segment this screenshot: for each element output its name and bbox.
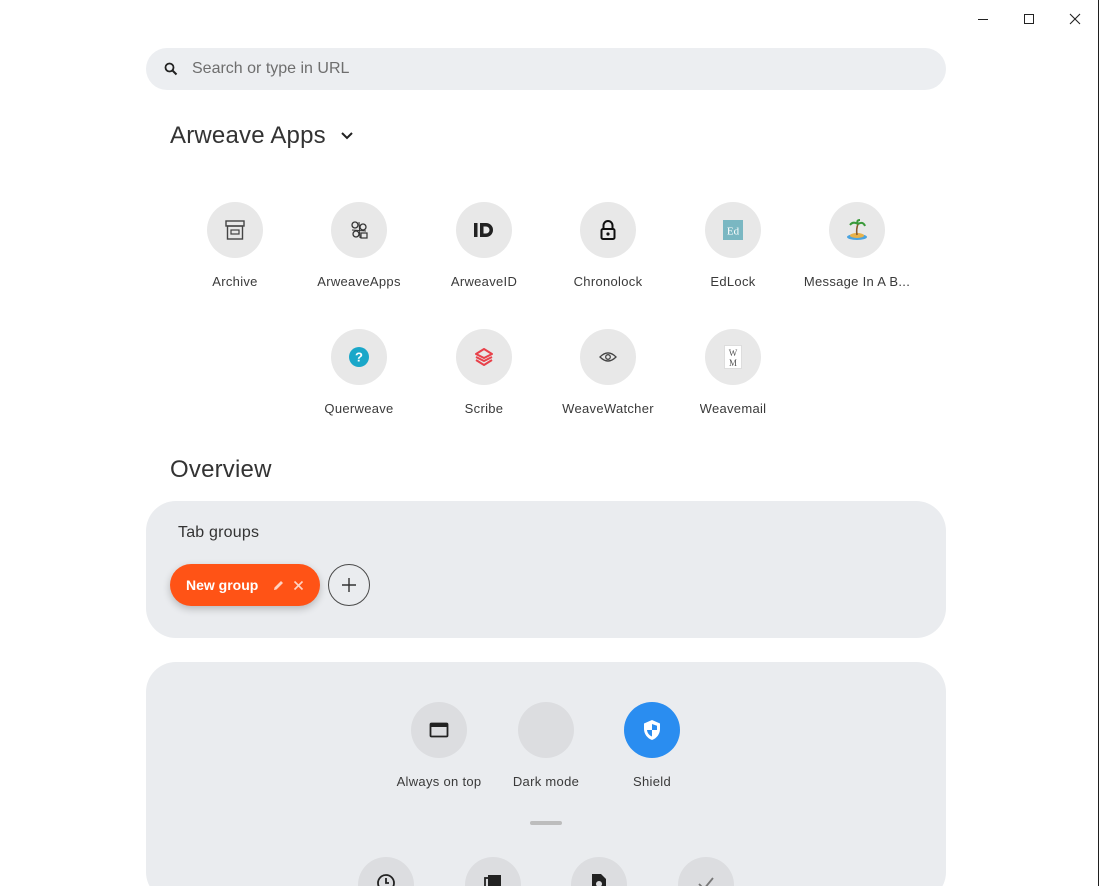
app-label: ArweaveApps (317, 274, 401, 289)
app-tile-weavewatcher[interactable]: WeaveWatcher (546, 329, 670, 416)
overview-title: Overview (170, 456, 272, 483)
quick-tools-card: Always on top Dark mode Shield (146, 662, 946, 886)
tab-groups-card: Tab groups New group (146, 501, 946, 638)
svg-text:W: W (729, 348, 738, 358)
island-icon (847, 219, 867, 240)
tool-label: Shield (633, 774, 671, 789)
id-badge-icon (474, 223, 493, 237)
eye-icon (599, 352, 617, 362)
apps-section-header[interactable]: Arweave Apps (170, 122, 354, 150)
svg-text:M: M (729, 358, 737, 368)
maximize-button[interactable] (1006, 0, 1052, 38)
app-icon-circle: Ed (705, 202, 761, 258)
app-tile-chronolock[interactable]: Chronolock (546, 202, 670, 289)
app-label: Querweave (324, 401, 394, 416)
search-icon (164, 62, 178, 76)
clock-icon (377, 874, 395, 886)
tab-group-chip[interactable]: New group (170, 564, 320, 606)
minimize-button[interactable] (960, 0, 1006, 38)
archive-box-icon (225, 220, 245, 240)
tool-copy[interactable] (465, 857, 521, 886)
app-label: Message In A B... (803, 274, 911, 289)
minimize-icon (978, 19, 988, 20)
app-tile-querweave[interactable]: ? Querweave (297, 329, 421, 416)
app-tile-weavemail[interactable]: WM Weavemail (671, 329, 795, 416)
app-label: Scribe (464, 401, 504, 416)
moon-icon (542, 721, 551, 739)
tool-label: Always on top (396, 774, 482, 789)
question-circle-icon: ? (349, 347, 369, 367)
app-label: ArweaveID (450, 274, 518, 289)
tool-file[interactable] (571, 857, 627, 886)
close-icon[interactable] (293, 580, 304, 591)
maximize-icon (1024, 14, 1034, 24)
apps-section-title: Arweave Apps (170, 122, 326, 149)
tab-groups-label: Tab groups (178, 524, 260, 541)
arweaveapps-logo-icon (351, 221, 368, 239)
file-icon (592, 874, 606, 886)
shield-icon (644, 720, 660, 740)
app-label: Weavemail (699, 401, 767, 416)
app-label: Archive (212, 274, 258, 289)
tab-group-name: New group (186, 577, 259, 593)
app-tile-arweaveid[interactable]: ArweaveID (422, 202, 546, 289)
app-label: Chronolock (573, 274, 643, 289)
app-icon-circle (829, 202, 885, 258)
pencil-icon[interactable] (272, 579, 285, 592)
drag-handle[interactable] (530, 821, 562, 825)
app-icon-circle (580, 329, 636, 385)
tool-dark-mode[interactable]: Dark mode (491, 702, 601, 789)
app-tile-edlock[interactable]: Ed EdLock (671, 202, 795, 289)
svg-text:Ed: Ed (727, 226, 740, 238)
edlock-logo-icon: Ed (723, 220, 743, 240)
app-icon-circle: ? (331, 329, 387, 385)
close-button[interactable] (1052, 0, 1098, 38)
app-icon-circle (580, 202, 636, 258)
tool-icon-circle (411, 702, 467, 758)
tool-shield[interactable]: Shield (597, 702, 707, 789)
app-label: WeaveWatcher (562, 401, 654, 416)
search-input[interactable] (192, 60, 892, 78)
app-tile-message-in-a-bottle[interactable]: Message In A B... (795, 202, 919, 289)
close-icon (1069, 13, 1081, 25)
app-icon-circle (456, 329, 512, 385)
tool-icon-circle (624, 702, 680, 758)
app-tile-arweaveapps[interactable]: ArweaveApps (297, 202, 421, 289)
chevron-down-icon[interactable] (340, 131, 354, 141)
padlock-icon (600, 220, 616, 240)
svg-text:?: ? (355, 350, 363, 365)
app-label: EdLock (710, 274, 756, 289)
tool-clock[interactable] (358, 857, 414, 886)
app-icon-circle: WM (705, 329, 761, 385)
copy-icon (484, 875, 501, 886)
plus-icon (342, 578, 356, 592)
check-icon (698, 877, 714, 886)
tool-always-on-top[interactable]: Always on top (384, 702, 494, 789)
tool-label: Dark mode (512, 774, 580, 789)
app-icon-circle (207, 202, 263, 258)
tool-icon-circle (518, 702, 574, 758)
app-icon-circle (456, 202, 512, 258)
window-controls (960, 0, 1098, 38)
app-tile-archive[interactable]: Archive (173, 202, 297, 289)
search-bar[interactable] (146, 48, 946, 90)
scribe-logo-icon (475, 348, 493, 366)
weavemail-logo-icon: WM (724, 345, 742, 369)
window-icon (429, 722, 449, 738)
app-tile-scribe[interactable]: Scribe (422, 329, 546, 416)
app-icon-circle (331, 202, 387, 258)
add-tab-group-button[interactable] (328, 564, 370, 606)
tool-check[interactable] (678, 857, 734, 886)
